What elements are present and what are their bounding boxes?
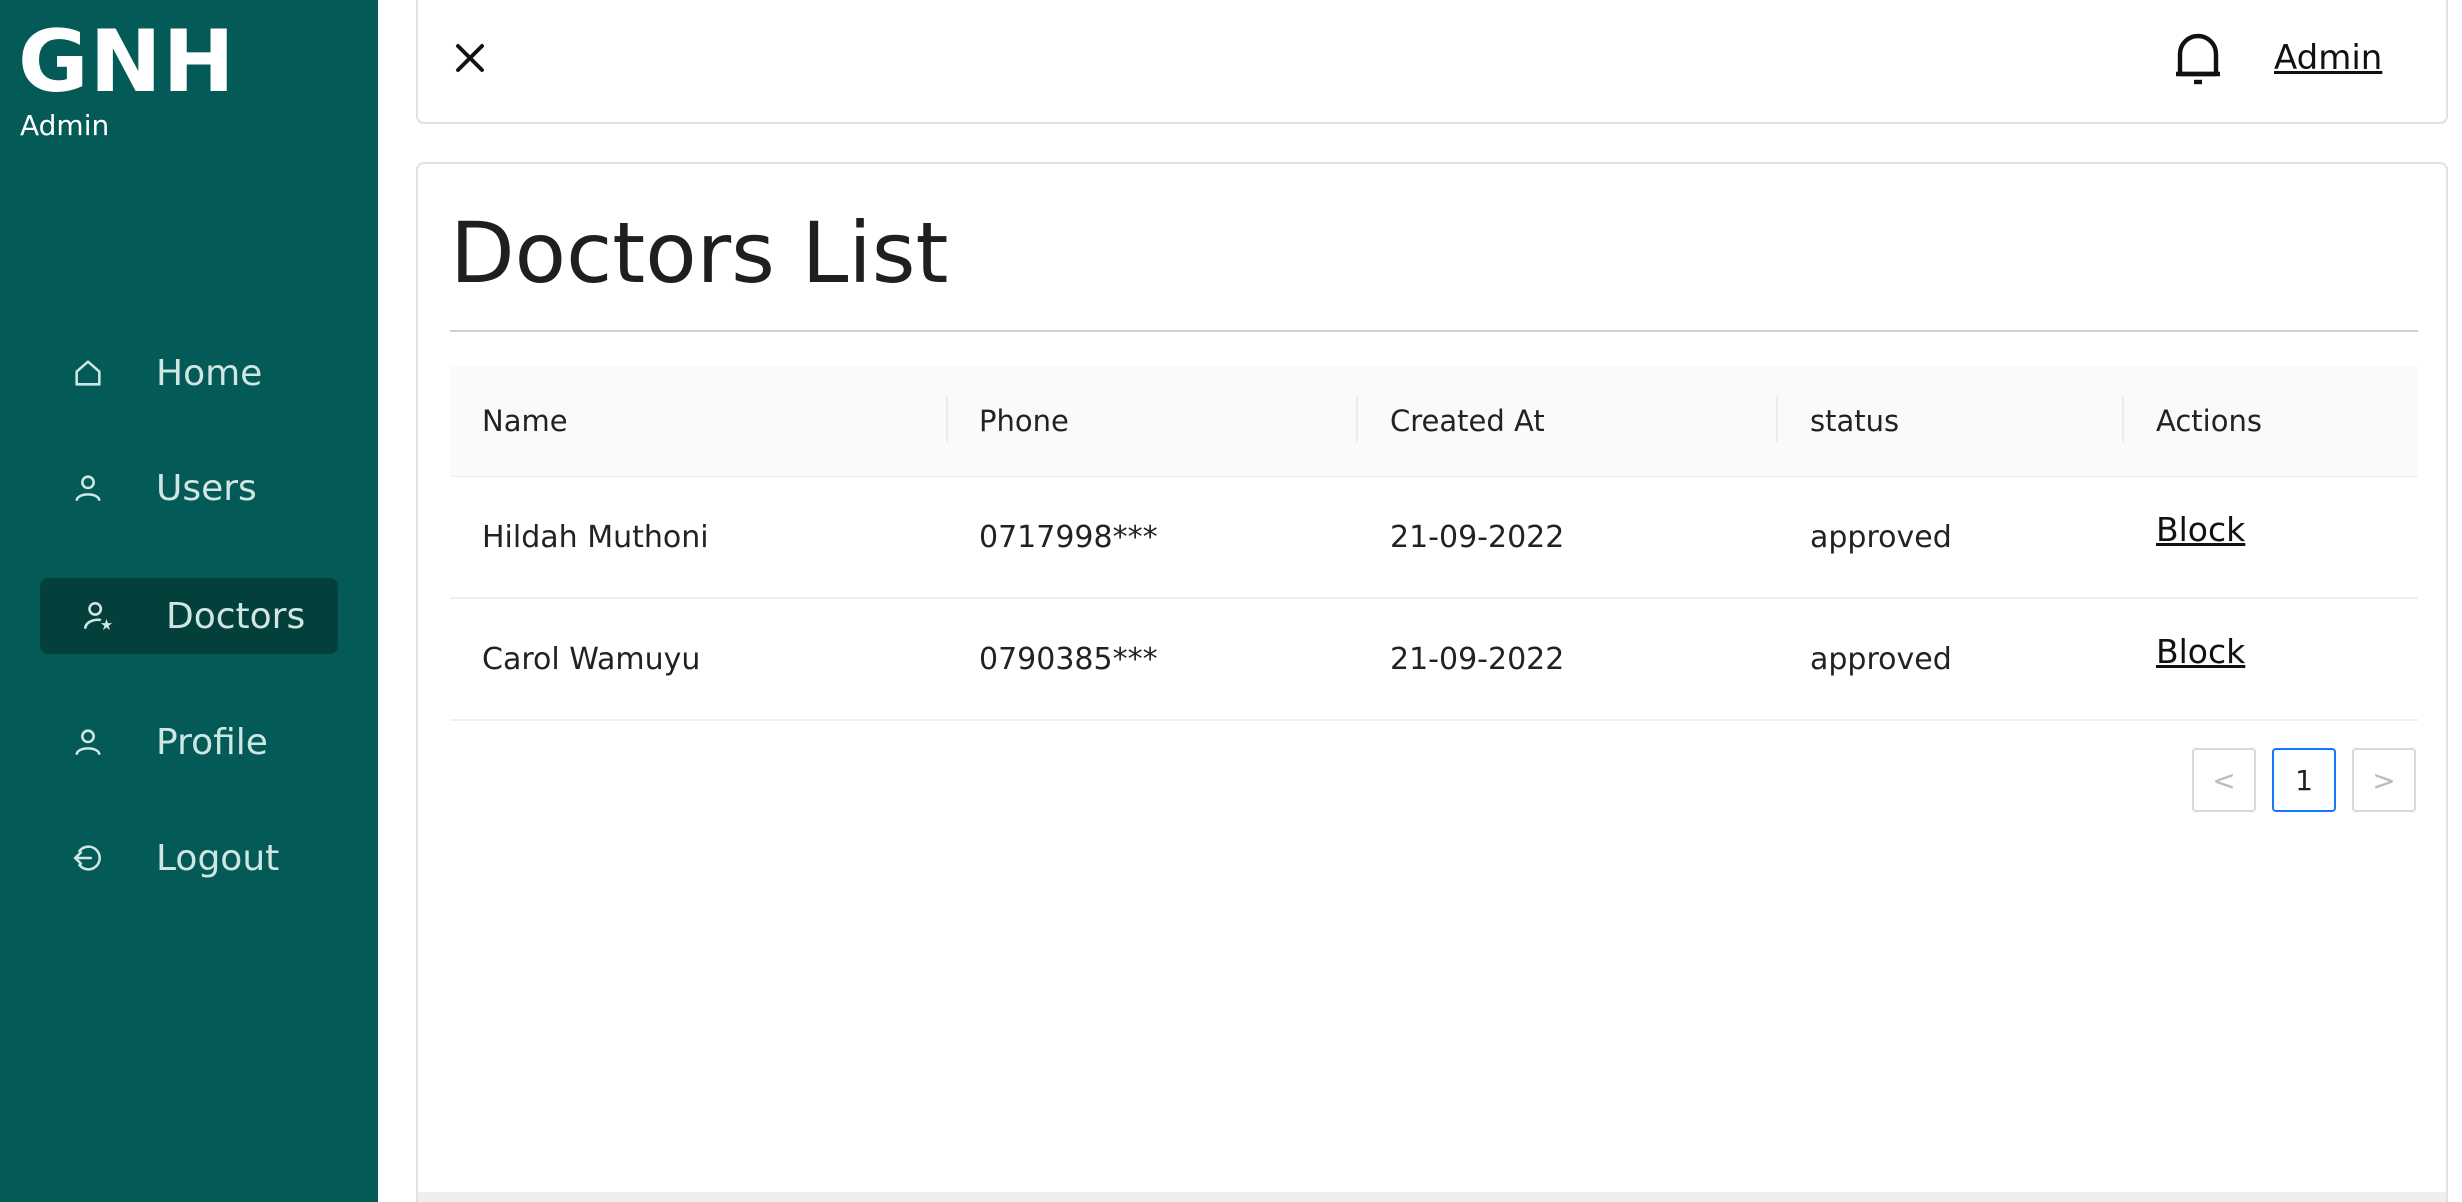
divider xyxy=(450,330,2418,332)
page-title: Doctors List xyxy=(450,204,949,302)
home-icon xyxy=(68,353,108,393)
sidebar-item-home[interactable]: Home xyxy=(40,335,338,411)
user-icon xyxy=(68,722,108,762)
column-separator xyxy=(1776,396,1778,442)
column-separator xyxy=(946,396,948,442)
column-header-actions: Actions xyxy=(2156,404,2262,438)
cell-name: Hildah Muthoni xyxy=(482,519,709,555)
column-header-status: status xyxy=(1810,404,1900,438)
sidebar-item-label: Doctors xyxy=(166,595,306,637)
sidebar: GNH Admin Home Users Doctors Profile Log… xyxy=(0,0,378,1202)
sidebar-item-users[interactable]: Users xyxy=(40,450,338,526)
bell-icon[interactable] xyxy=(2170,28,2226,90)
sidebar-item-doctors[interactable]: Doctors xyxy=(40,578,338,654)
close-icon[interactable] xyxy=(448,36,492,80)
sidebar-item-label: Home xyxy=(156,352,263,394)
sidebar-item-logout[interactable]: Logout xyxy=(40,820,338,896)
column-header-phone: Phone xyxy=(979,404,1069,438)
cell-name: Carol Wamuyu xyxy=(482,641,701,677)
sidebar-item-label: Users xyxy=(156,467,257,509)
horizontal-scrollbar[interactable] xyxy=(418,1192,2446,1202)
brand-logo-text: GNH xyxy=(18,12,236,112)
column-header-created-at: Created At xyxy=(1390,404,1545,438)
table-row: Carol Wamuyu 0790385*** 21-09-2022 appro… xyxy=(450,599,2418,721)
sidebar-item-label: Logout xyxy=(156,837,280,879)
cell-created-at: 21-09-2022 xyxy=(1390,641,1565,677)
cell-status: approved xyxy=(1810,519,1952,555)
cell-phone: 0717998*** xyxy=(979,519,1158,555)
block-doctor-link[interactable]: Block xyxy=(2156,510,2245,549)
top-header: Admin xyxy=(416,0,2448,124)
pagination-prev-button[interactable]: < xyxy=(2192,748,2256,812)
user-star-icon xyxy=(78,596,118,636)
column-separator xyxy=(2122,396,2124,442)
sidebar-item-label: Profile xyxy=(156,721,268,763)
page-number: 1 xyxy=(2295,763,2313,797)
chevron-left-icon: < xyxy=(2212,763,2236,797)
cell-created-at: 21-09-2022 xyxy=(1390,519,1565,555)
pagination-next-button[interactable]: > xyxy=(2352,748,2416,812)
sidebar-item-profile[interactable]: Profile xyxy=(40,704,338,780)
main-content: Doctors List Name Phone Created At statu… xyxy=(416,162,2448,1202)
logout-icon xyxy=(68,838,108,878)
table-row: Hildah Muthoni 0717998*** 21-09-2022 app… xyxy=(450,477,2418,599)
column-separator xyxy=(1356,396,1358,442)
user-icon xyxy=(68,468,108,508)
block-doctor-link[interactable]: Block xyxy=(2156,632,2245,671)
admin-user-link[interactable]: Admin xyxy=(2274,36,2382,80)
brand-subtitle: Admin xyxy=(20,109,110,142)
cell-status: approved xyxy=(1810,641,1952,677)
cell-phone: 0790385*** xyxy=(979,641,1158,677)
column-header-name: Name xyxy=(482,404,568,438)
table-header: Name Phone Created At status Actions xyxy=(450,366,2418,477)
chevron-right-icon: > xyxy=(2372,763,2396,797)
doctors-table: Name Phone Created At status Actions Hil… xyxy=(450,366,2418,721)
pagination-page-1[interactable]: 1 xyxy=(2272,748,2336,812)
